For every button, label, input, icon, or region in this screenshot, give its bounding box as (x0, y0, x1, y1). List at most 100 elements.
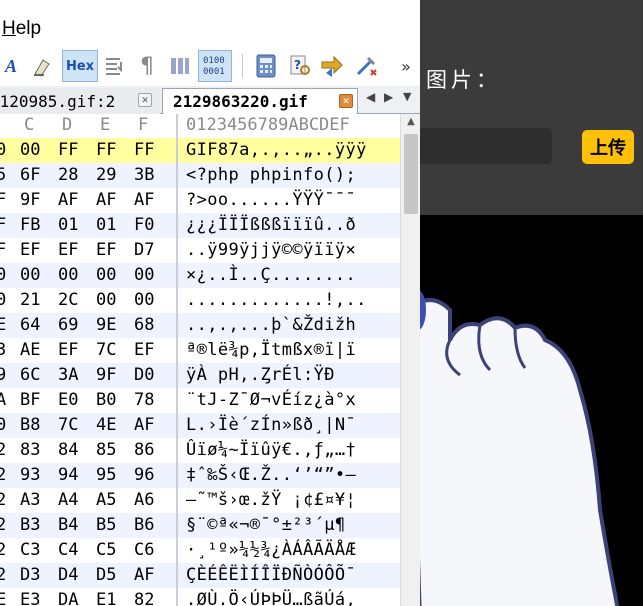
hex-byte-cell[interactable]: C3 (20, 540, 40, 560)
hex-byte-cell[interactable]: 9F (96, 365, 116, 385)
hex-row[interactable]: E E3 DA E1 82 .ØÙ.Ö‹ÚÞÞÜ…ßãÚá‚ (0, 588, 400, 606)
ascii-text[interactable]: ?>oo......ŸŸŸ¯¯¯ (186, 190, 356, 210)
ascii-text[interactable]: ‡ˆ‰Š‹Œ.Ž..‘’“”•– (186, 465, 356, 485)
hex-byte-cell[interactable]: 6F (20, 165, 40, 185)
hex-byte-cell[interactable]: D7 (134, 240, 154, 260)
hex-byte-cell[interactable]: 3B (134, 165, 154, 185)
hex-byte-cell[interactable]: 00 (134, 265, 154, 285)
hex-byte-cell[interactable]: 68 (134, 315, 154, 335)
ascii-text[interactable]: .ØÙ.Ö‹ÚÞÞÜ…ßãÚá‚ (186, 590, 356, 606)
hex-byte-cell[interactable]: C6 (134, 540, 154, 560)
ascii-text[interactable]: ¿¿¿ÏÏÏßßßïïïû..ð (186, 215, 356, 235)
hex-byte-cell[interactable]: DA (58, 590, 78, 606)
hex-byte-cell[interactable]: AF (134, 415, 154, 435)
hex-byte-cell[interactable]: 0 (0, 290, 6, 310)
hex-byte-cell[interactable]: E1 (96, 590, 116, 606)
hex-byte-cell[interactable]: 00 (96, 290, 116, 310)
ascii-text[interactable]: ..ÿ99ÿjjÿ©©ÿïïÿ× (186, 240, 356, 260)
compare-icon[interactable] (318, 50, 348, 82)
hex-byte-cell[interactable]: FF (96, 140, 116, 160)
hex-byte-cell[interactable]: 6C (20, 365, 40, 385)
ascii-text[interactable]: L.›Ïè´zÍn»ßð¸|N¯ (186, 415, 356, 435)
tools-icon[interactable] (352, 50, 382, 82)
menu-help[interactable]: Help (2, 18, 41, 40)
hex-row[interactable]: 2 93 94 95 96 ‡ˆ‰Š‹Œ.Ž..‘’“”•– (0, 463, 400, 488)
hex-row[interactable]: 3 AE EF 7C EF ª®lë¾p,Ïtmßx®ï|ï (0, 338, 400, 363)
ascii-text[interactable]: ..,.,...þ`&Ždižh (186, 315, 356, 335)
hex-byte-cell[interactable]: 00 (96, 265, 116, 285)
hex-byte-cell[interactable]: F (0, 215, 6, 235)
ascii-text[interactable]: ª®lë¾p,Ïtmßx®ï|ï (186, 340, 356, 360)
hex-byte-cell[interactable]: D3 (20, 565, 40, 585)
ascii-text[interactable]: Ûïø¼~Ïïûÿ€.,ƒ„…† (186, 440, 356, 460)
hex-byte-cell[interactable]: 2 (0, 515, 6, 535)
hex-byte-cell[interactable]: E (0, 315, 6, 335)
hex-byte-cell[interactable]: D4 (58, 565, 78, 585)
hex-row[interactable]: 0 B8 7C 4E AF L.›Ïè´zÍn»ßð¸|N¯ (0, 413, 400, 438)
hex-byte-cell[interactable]: 84 (58, 440, 78, 460)
hex-byte-cell[interactable]: E0 (58, 390, 78, 410)
hex-byte-cell[interactable]: AF (58, 190, 78, 210)
hex-byte-cell[interactable]: A (0, 390, 6, 410)
hex-row[interactable]: 0 00 FF FF FF GIF87a,.,..„..ÿÿÿ (0, 138, 400, 163)
ascii-text[interactable]: §¨©ª«¬­®¯°±²³´µ¶ (186, 515, 346, 535)
hex-byte-cell[interactable]: EF (20, 240, 40, 260)
hex-byte-cell[interactable]: 0 (0, 265, 6, 285)
hex-byte-cell[interactable]: B4 (58, 515, 78, 535)
hex-byte-cell[interactable]: 9F (20, 190, 40, 210)
hex-row[interactable]: F FB 01 01 F0 ¿¿¿ÏÏÏßßßïïïû..ð (0, 213, 400, 238)
hex-byte-cell[interactable]: AF (134, 190, 154, 210)
hex-byte-cell[interactable]: F (0, 240, 6, 260)
ascii-text[interactable]: ·¸¹º»¼½¾¿ÀÁÂÃÄÅÆ (186, 540, 356, 560)
hex-byte-cell[interactable]: 78 (134, 390, 154, 410)
hex-row[interactable]: 2 C3 C4 C5 C6 ·¸¹º»¼½¾¿ÀÁÂÃÄÅÆ (0, 538, 400, 563)
tab-file-2[interactable]: 2129863220.gif ✕ (162, 88, 358, 114)
highlighter-icon[interactable] (28, 50, 58, 82)
hex-byte-cell[interactable]: 95 (96, 465, 116, 485)
hex-row[interactable]: E 64 69 9E 68 ..,.,...þ`&Ždižh (0, 313, 400, 338)
hex-byte-cell[interactable]: EF (58, 340, 78, 360)
hex-byte-cell[interactable]: AF (96, 190, 116, 210)
ascii-text[interactable]: ×¿..Ì..Ç........ (186, 265, 356, 285)
hex-byte-cell[interactable]: AE (20, 340, 40, 360)
hex-byte-cell[interactable]: 29 (96, 165, 116, 185)
hex-byte-cell[interactable]: FB (20, 215, 40, 235)
font-icon[interactable]: A (0, 50, 22, 82)
hex-byte-cell[interactable]: B3 (20, 515, 40, 535)
hex-byte-cell[interactable]: 7C (58, 415, 78, 435)
hex-row[interactable]: A BF E0 B0 78 ¨tJ-Z¯Ø¬vÉíz¿à°x (0, 388, 400, 413)
hex-byte-cell[interactable]: FF (58, 140, 78, 160)
hex-byte-cell[interactable]: F0 (134, 215, 154, 235)
hex-row[interactable]: 0 00 00 00 00 ×¿..Ì..Ç........ (0, 263, 400, 288)
hex-byte-cell[interactable]: A5 (96, 490, 116, 510)
tab-scroll-left-icon[interactable]: ◀ (366, 90, 375, 104)
hex-byte-cell[interactable]: 96 (134, 465, 154, 485)
hex-byte-cell[interactable]: 86 (134, 440, 154, 460)
vertical-scrollbar[interactable]: ▲ (400, 114, 420, 606)
hex-byte-cell[interactable]: B8 (20, 415, 40, 435)
ascii-text[interactable]: ÇÈÉÊËÌÍÎÏÐÑÒÓÔÕ¯ (186, 565, 356, 585)
hex-byte-cell[interactable]: 0 (0, 140, 6, 160)
hex-data-grid[interactable]: 0 00 FF FF FF GIF87a,.,..„..ÿÿÿ 5 6F 28 29 3B <?php… (0, 138, 400, 606)
hex-byte-cell[interactable]: AF (134, 565, 154, 585)
hex-byte-cell[interactable]: 83 (20, 440, 40, 460)
hex-row[interactable]: 5 6F 28 29 3B <?php phpinfo(); (0, 163, 400, 188)
hex-byte-cell[interactable]: 2 (0, 465, 6, 485)
binary-view-icon[interactable]: 0100 0001 (198, 50, 232, 82)
wrap-icon[interactable] (100, 50, 130, 82)
ascii-text[interactable]: —˜™š›œ.žŸ ¡¢£¤¥¦ (186, 490, 356, 510)
hex-row[interactable]: 2 B3 B4 B5 B6 §¨©ª«¬­®¯°±²³´µ¶ (0, 513, 400, 538)
hex-byte-cell[interactable]: A6 (134, 490, 154, 510)
hex-byte-cell[interactable]: E (0, 590, 6, 606)
hex-byte-cell[interactable]: B5 (96, 515, 116, 535)
hex-byte-cell[interactable]: EF (134, 340, 154, 360)
hex-byte-cell[interactable]: 2C (58, 290, 78, 310)
hex-byte-cell[interactable]: 3 (0, 340, 6, 360)
hex-byte-cell[interactable]: 85 (96, 440, 116, 460)
hex-byte-cell[interactable]: 3A (58, 365, 78, 385)
hex-byte-cell[interactable]: FF (134, 140, 154, 160)
hex-byte-cell[interactable]: 28 (58, 165, 78, 185)
hex-row[interactable]: 2 D3 D4 D5 AF ÇÈÉÊËÌÍÎÏÐÑÒÓÔÕ¯ (0, 563, 400, 588)
help-search-icon[interactable]: ? (286, 50, 314, 82)
hex-byte-cell[interactable]: 64 (20, 315, 40, 335)
